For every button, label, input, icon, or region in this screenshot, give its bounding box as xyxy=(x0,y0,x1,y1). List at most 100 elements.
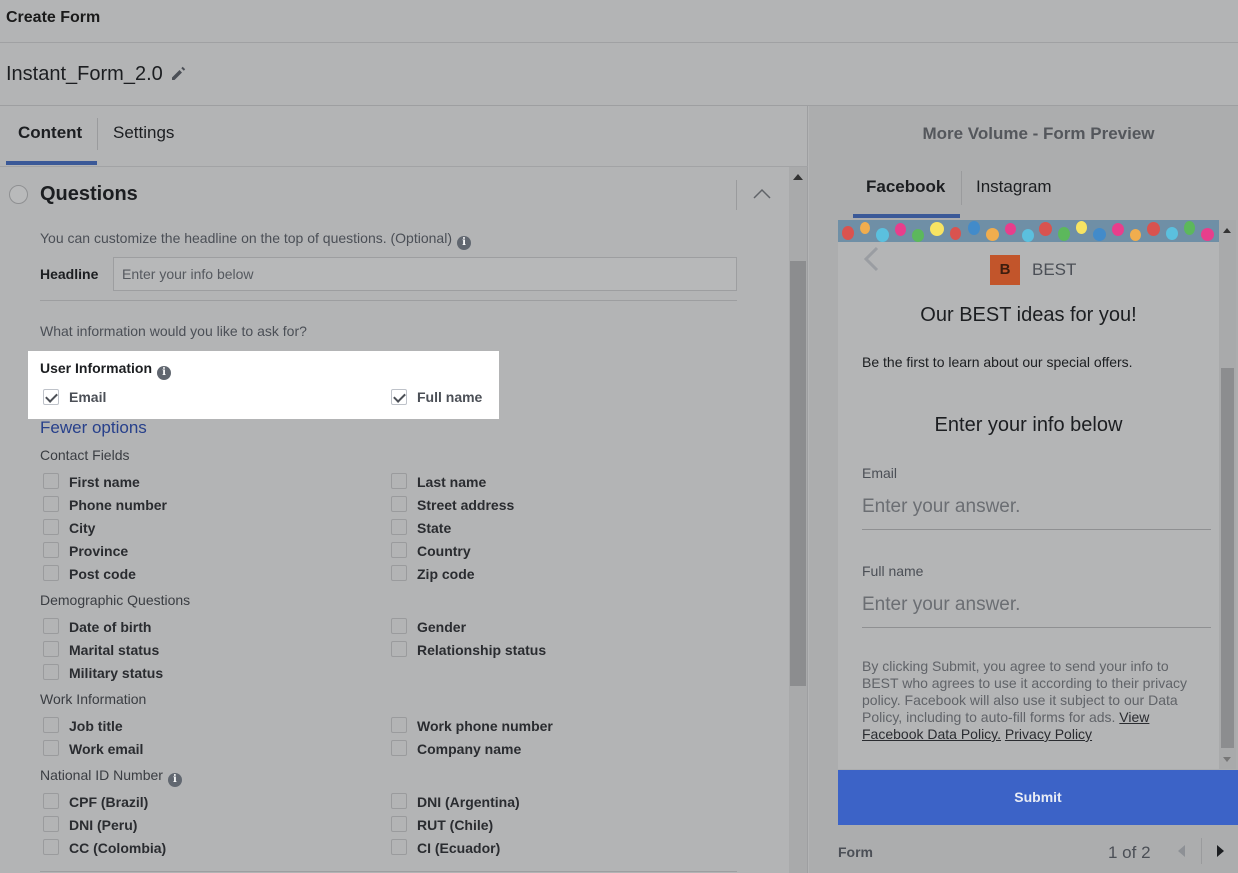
info-icon[interactable]: i xyxy=(456,236,471,250)
cover-image xyxy=(838,220,1219,242)
email-field[interactable]: Enter your answer. xyxy=(862,496,1211,530)
job-title-checkbox[interactable] xyxy=(43,717,59,733)
info-icon[interactable]: i xyxy=(167,773,182,787)
form-preview: B BEST Our BEST ideas for you! Be the fi… xyxy=(838,220,1219,769)
province-checkbox[interactable] xyxy=(43,542,59,558)
gender-label: Gender xyxy=(417,619,467,635)
page-title: Create Form xyxy=(6,9,101,26)
gender-checkbox[interactable] xyxy=(391,618,407,634)
date-of-birth-label: Date of birth xyxy=(69,619,152,635)
military-status-checkbox[interactable] xyxy=(43,664,59,680)
work-phone-label: Work phone number xyxy=(417,718,553,734)
country-checkbox[interactable] xyxy=(391,542,407,558)
preview-description: Be the first to learn about our special … xyxy=(862,354,1133,370)
cpf-brazil-checkbox[interactable] xyxy=(43,793,59,809)
company-name-checkbox[interactable] xyxy=(391,740,407,756)
province-label: Province xyxy=(69,543,129,559)
country-label: Country xyxy=(417,543,471,559)
chevron-up-icon[interactable] xyxy=(752,187,772,199)
date-of-birth-checkbox[interactable] xyxy=(43,618,59,634)
scroll-up-arrow[interactable] xyxy=(793,174,803,180)
last-name-checkbox[interactable] xyxy=(391,473,407,489)
last-name-label: Last name xyxy=(417,474,487,490)
zip-code-checkbox[interactable] xyxy=(391,565,407,581)
rut-chile-label: RUT (Chile) xyxy=(417,817,494,833)
tab-divider xyxy=(97,118,98,150)
form-name-bar: Instant_Form_2.0 xyxy=(0,43,1238,106)
scrollbar-thumb[interactable] xyxy=(1221,368,1234,748)
first-name-label: First name xyxy=(69,474,140,490)
rut-chile-checkbox[interactable] xyxy=(391,816,407,832)
scroll-down-arrow[interactable] xyxy=(1223,757,1231,762)
work-email-checkbox[interactable] xyxy=(43,740,59,756)
section-title: Questions xyxy=(40,183,138,205)
contact-fields-title: Contact Fields xyxy=(40,447,130,463)
city-checkbox[interactable] xyxy=(43,519,59,535)
editor-scrollbar[interactable] xyxy=(789,167,807,873)
info-icon[interactable]: i xyxy=(157,366,172,380)
user-information-label: User Information xyxy=(40,360,153,376)
scrollbar-thumb[interactable] xyxy=(790,261,806,686)
ask-hint: What information would you like to ask f… xyxy=(40,323,307,339)
email-field-label: Email xyxy=(862,465,898,481)
military-status-label: Military status xyxy=(69,665,164,681)
relationship-status-label: Relationship status xyxy=(417,642,547,658)
active-tab-indicator xyxy=(6,161,97,165)
next-page-button[interactable] xyxy=(1202,834,1238,868)
fewer-options-link[interactable]: Fewer options xyxy=(40,418,147,438)
editor-tabs: Content Settings xyxy=(0,106,808,167)
work-phone-checkbox[interactable] xyxy=(391,717,407,733)
section-status-icon xyxy=(9,185,28,204)
headline-hint-text: You can customize the headline on the to… xyxy=(40,230,452,246)
privacy-policy-link[interactable]: Privacy Policy xyxy=(1005,726,1092,742)
top-bar: Create Form xyxy=(0,0,1238,43)
page-indicator: 1 of 2 xyxy=(1108,843,1151,862)
cc-colombia-label: CC (Colombia) xyxy=(69,840,167,856)
previous-page-button[interactable] xyxy=(1164,834,1200,868)
company-name-label: Company name xyxy=(417,741,522,757)
preview-title: More Volume - Form Preview xyxy=(922,124,1155,143)
dni-argentina-checkbox[interactable] xyxy=(391,793,407,809)
state-label: State xyxy=(417,520,452,536)
tab-settings[interactable]: Settings xyxy=(113,123,174,143)
divider xyxy=(40,871,737,872)
cc-colombia-checkbox[interactable] xyxy=(43,839,59,855)
tab-content[interactable]: Content xyxy=(18,123,82,143)
tab-instagram[interactable]: Instagram xyxy=(976,177,1052,197)
preview-subheadline: Enter your info below xyxy=(934,414,1123,436)
section-header-divider xyxy=(736,180,737,210)
headline-hint: You can customize the headline on the to… xyxy=(40,230,471,250)
preview-scrollbar[interactable] xyxy=(1219,220,1236,769)
email-checkbox[interactable] xyxy=(43,389,59,405)
phone-number-label: Phone number xyxy=(69,497,168,513)
marital-status-checkbox[interactable] xyxy=(43,641,59,657)
full-name-label: Full name xyxy=(417,389,483,405)
brand-logo: B xyxy=(990,255,1020,285)
full-name-checkbox[interactable] xyxy=(391,389,407,405)
brand-name: BEST xyxy=(1032,260,1077,279)
headline-label: Headline xyxy=(40,266,99,282)
street-address-checkbox[interactable] xyxy=(391,496,407,512)
scroll-up-arrow[interactable] xyxy=(1223,228,1231,233)
dni-peru-checkbox[interactable] xyxy=(43,816,59,832)
zip-code-label: Zip code xyxy=(417,566,475,582)
relationship-status-checkbox[interactable] xyxy=(391,641,407,657)
pencil-icon[interactable] xyxy=(170,65,186,81)
chevron-left-icon[interactable] xyxy=(862,246,880,272)
tab-facebook[interactable]: Facebook xyxy=(866,177,945,197)
dni-peru-label: DNI (Peru) xyxy=(69,817,138,833)
headline-input[interactable] xyxy=(113,257,737,291)
preview-headline: Our BEST ideas for you! xyxy=(920,304,1137,326)
full-name-field[interactable]: Enter your answer. xyxy=(862,594,1211,628)
state-checkbox[interactable] xyxy=(391,519,407,535)
divider xyxy=(40,300,737,301)
editor-panel: Content Settings Questions You can custo… xyxy=(0,106,808,873)
job-title-label: Job title xyxy=(69,718,123,734)
submit-button[interactable]: Submit xyxy=(838,770,1238,825)
phone-number-checkbox[interactable] xyxy=(43,496,59,512)
active-tab-indicator xyxy=(853,214,960,218)
post-code-checkbox[interactable] xyxy=(43,565,59,581)
tab-divider xyxy=(961,171,962,205)
first-name-checkbox[interactable] xyxy=(43,473,59,489)
ci-ecuador-checkbox[interactable] xyxy=(391,839,407,855)
